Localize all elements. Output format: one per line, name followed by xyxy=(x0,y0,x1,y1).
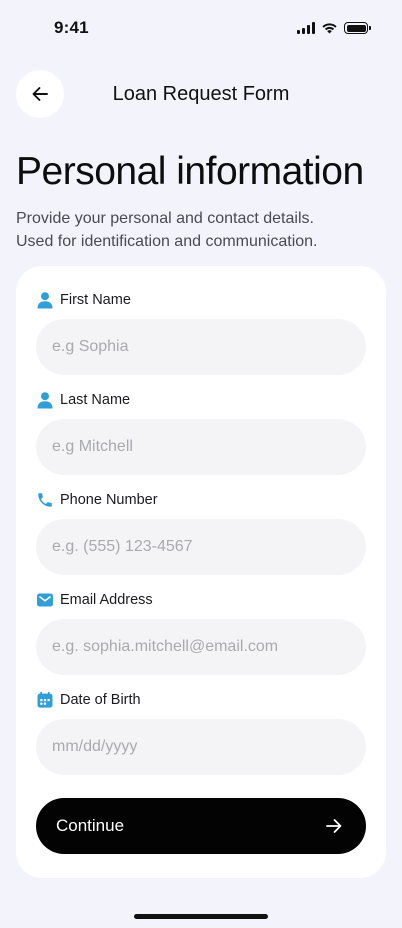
first-name-label: First Name xyxy=(36,290,366,310)
date-of-birth-field: Date of Birth xyxy=(36,690,366,775)
page-description-line: Provide your personal and contact detail… xyxy=(16,210,314,227)
page-title: Personal information xyxy=(16,150,364,193)
email-address-field: Email Address xyxy=(36,590,366,675)
phone-number-input[interactable] xyxy=(36,519,366,575)
arrow-right-icon xyxy=(326,819,342,833)
last-name-input[interactable] xyxy=(36,419,366,475)
email-address-input[interactable] xyxy=(36,619,366,675)
mail-icon xyxy=(36,591,54,609)
status-icons xyxy=(297,22,371,34)
field-label-text: Email Address xyxy=(60,592,153,608)
field-label-text: Date of Birth xyxy=(60,692,141,708)
header-title: Loan Request Form xyxy=(112,83,290,105)
date-of-birth-label: Date of Birth xyxy=(36,690,366,710)
calendar-icon xyxy=(36,691,54,709)
form-card: First Name Last Name Phone Number Email … xyxy=(16,266,386,878)
wifi-icon xyxy=(322,23,337,34)
status-bar: 9:41 xyxy=(0,0,402,58)
page-description: Provide your personal and contact detail… xyxy=(16,207,386,253)
phone-number-field: Phone Number xyxy=(36,490,366,575)
phone-number-label: Phone Number xyxy=(36,490,366,510)
cellular-signal-icon xyxy=(297,22,315,34)
first-name-field: First Name xyxy=(36,290,366,375)
person-icon xyxy=(36,291,54,309)
continue-label: Continue xyxy=(56,816,125,835)
phone-icon xyxy=(36,491,54,509)
battery-icon xyxy=(344,22,371,34)
field-label-text: First Name xyxy=(60,292,131,308)
page-description-line: Used for identification and communicatio… xyxy=(16,233,318,250)
first-name-input[interactable] xyxy=(36,319,366,375)
date-of-birth-input[interactable] xyxy=(36,719,366,775)
continue-button[interactable]: Continue xyxy=(36,798,366,854)
last-name-label: Last Name xyxy=(36,390,366,410)
field-label-text: Phone Number xyxy=(60,492,158,508)
person-icon xyxy=(36,391,54,409)
last-name-field: Last Name xyxy=(36,390,366,475)
home-indicator xyxy=(134,914,268,919)
email-address-label: Email Address xyxy=(36,590,366,610)
status-time: 9:41 xyxy=(54,18,89,37)
header: Loan Request Form xyxy=(0,70,402,118)
field-label-text: Last Name xyxy=(60,392,131,408)
